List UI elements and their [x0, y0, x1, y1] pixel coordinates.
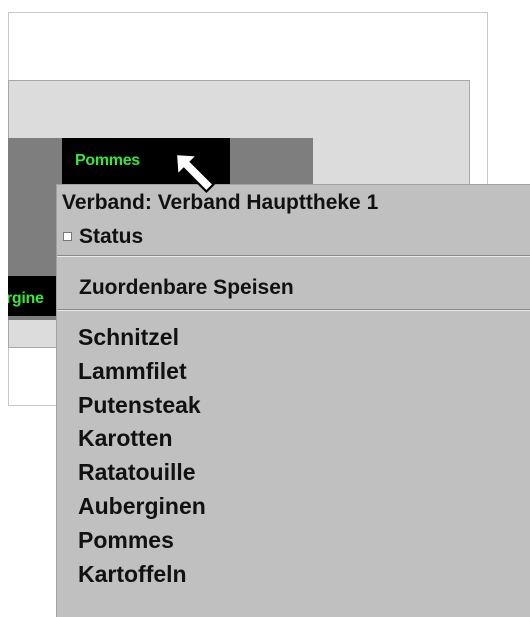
list-item: Lammfilet: [78, 357, 187, 384]
list-item: Pommes: [78, 526, 174, 553]
checkbox-icon[interactable]: [63, 232, 72, 241]
tooltip-header: Verband: Verband Haupttheke 1: [62, 191, 379, 214]
status-row[interactable]: Status: [57, 221, 530, 251]
list-item: Ratatouille: [78, 459, 196, 486]
status-label: Status: [79, 225, 144, 248]
divider: [57, 255, 530, 257]
list-item: Schnitzel: [78, 324, 179, 350]
pointer-arrow-icon: [174, 152, 216, 194]
tooltip-popup: Verband: Verband Haupttheke 1 Status Zuo…: [56, 184, 530, 617]
list-item: Kartoffeln: [78, 560, 187, 587]
list-item: Auberginen: [78, 492, 206, 519]
list-item: Karotten: [78, 425, 173, 452]
dish-tile-label: Pommes: [75, 152, 140, 169]
dish-list: Schnitzel Lammfilet Putensteak Karotten …: [78, 321, 206, 591]
dish-tile-label: rgine: [8, 290, 44, 307]
divider: [57, 309, 530, 311]
list-item: Putensteak: [78, 391, 201, 418]
section-heading: Zuordenbare Speisen: [79, 276, 294, 299]
